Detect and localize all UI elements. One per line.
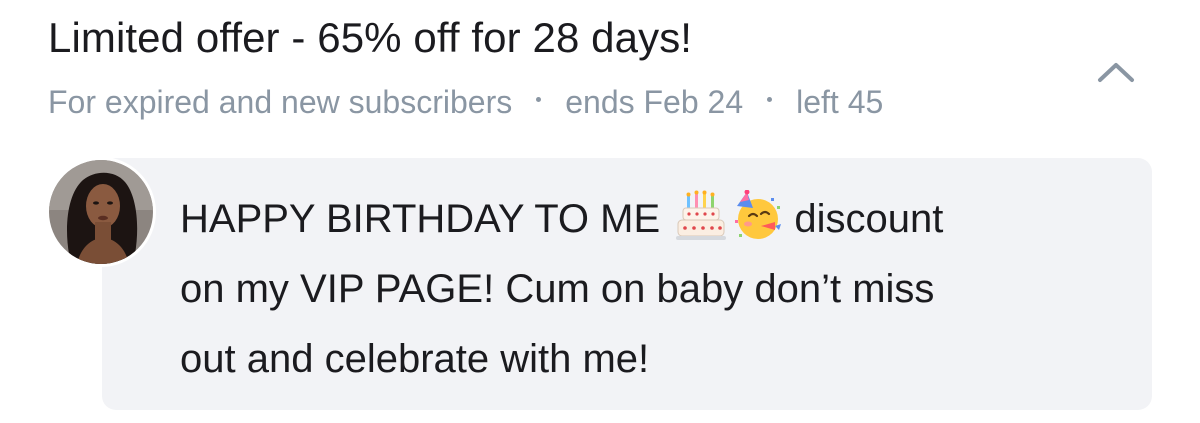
separator-dot bbox=[536, 97, 542, 102]
promo-card: Limited offer - 65% off for 28 days! For… bbox=[0, 0, 1200, 423]
message-line1-prefix: HAPPY BIRTHDAY TO ME bbox=[180, 197, 661, 241]
message-text: HAPPY BIRTHDAY TO ME discount on my VIP … bbox=[180, 184, 1110, 394]
offer-end-date: ends Feb 24 bbox=[565, 84, 744, 120]
birthday-cake-icon bbox=[676, 190, 727, 240]
offer-remaining: left 45 bbox=[796, 84, 884, 120]
collapse-button[interactable] bbox=[1092, 52, 1140, 92]
separator-dot bbox=[767, 97, 773, 102]
offer-audience: For expired and new subscribers bbox=[48, 84, 513, 120]
chevron-up-icon bbox=[1098, 63, 1134, 82]
offer-title: Limited offer - 65% off for 28 days! bbox=[48, 14, 693, 61]
message-line3: out and celebrate with me! bbox=[180, 337, 650, 381]
offer-meta: For expired and new subscribers ends Feb… bbox=[48, 84, 883, 121]
avatar-image bbox=[49, 160, 153, 264]
message-line2: on my VIP PAGE! Cum on baby don’t miss bbox=[180, 267, 935, 311]
avatar[interactable] bbox=[46, 157, 156, 267]
partying-face-icon bbox=[735, 190, 782, 239]
message-line1-suffix: discount bbox=[794, 197, 944, 241]
